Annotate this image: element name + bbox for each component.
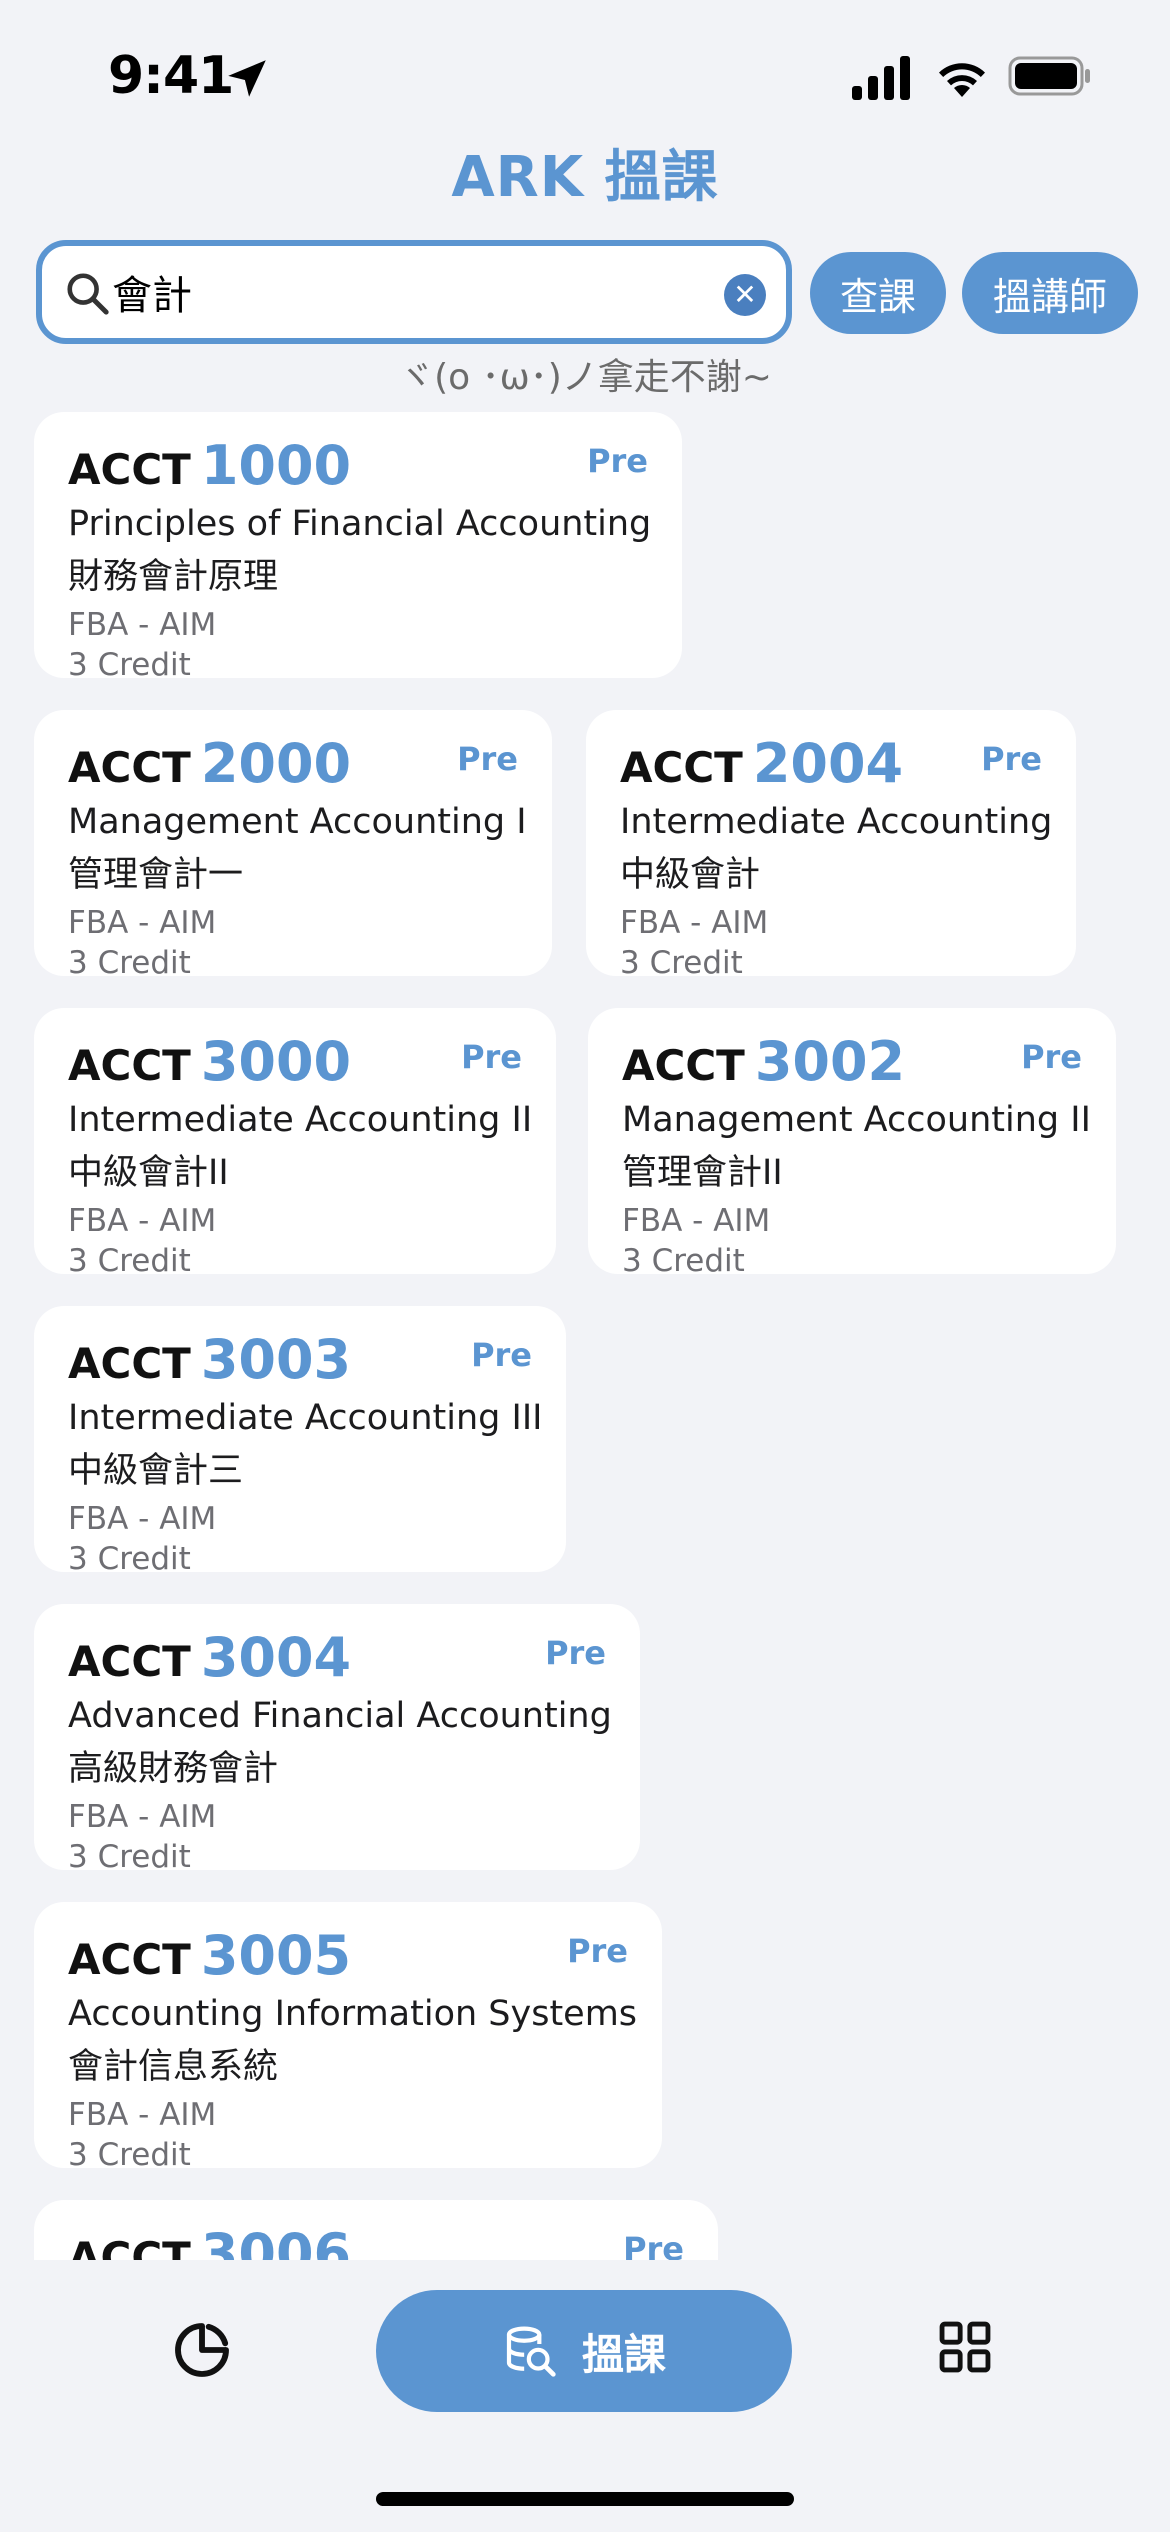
course-title-zh: 管理會計II [622, 1153, 783, 1193]
course-number: 3006 [200, 2222, 352, 2260]
course-title-en: Accounting Information Systems [68, 1994, 638, 2034]
course-title-en: Intermediate Accounting III [68, 1398, 543, 1438]
course-number: 3000 [200, 1030, 352, 1093]
cellular-signal-icon [852, 56, 910, 100]
course-dept: ACCT [68, 1935, 191, 1984]
course-dept: ACCT [68, 743, 191, 792]
course-credit: 3 Credit [68, 1541, 191, 1577]
course-number: 2004 [752, 732, 904, 795]
course-number: 3005 [200, 1924, 352, 1987]
course-card[interactable]: ACCT 3004 Pre Advanced Financial Accounti… [34, 1604, 640, 1875]
prerequisite-badge: Pre [457, 740, 518, 778]
app-screen: 9:41 ARK 搵課 ✕ 查課 搵講師 [0, 0, 1170, 2532]
course-card[interactable]: ACCT 3002 Pre Management Accounting II 管理… [588, 1008, 1116, 1279]
course-dept: ACCT [68, 1041, 191, 1090]
prerequisite-badge: Pre [567, 1932, 628, 1970]
course-title-en: Principles of Financial Accounting [68, 504, 652, 544]
location-arrow-icon [228, 60, 266, 97]
course-card[interactable]: ACCT 3005 Pre Accounting Information Syst… [34, 1902, 662, 2173]
wifi-icon [939, 63, 985, 97]
grid-icon[interactable] [936, 2318, 994, 2376]
prerequisite-badge: Pre [1021, 1038, 1082, 1076]
course-results-list[interactable]: ACCT 1000 Pre Principles of Financial Acc… [0, 400, 1170, 2260]
course-title-zh: 中級會計三 [68, 1451, 244, 1491]
tab-find-course-label: 搵課 [581, 2329, 666, 2379]
course-title-en: Intermediate Accounting II [68, 1100, 533, 1140]
course-credit: 3 Credit [68, 945, 191, 981]
course-faculty: FBA - AIM [68, 1203, 217, 1239]
course-credit: 3 Credit [68, 1243, 191, 1279]
course-dept: ACCT [620, 743, 743, 792]
course-credit: 3 Credit [620, 945, 743, 981]
course-faculty: FBA - AIM [68, 2097, 217, 2133]
course-number: 3002 [754, 1030, 906, 1093]
course-title-zh: 管理會計一 [68, 855, 244, 895]
battery-icon [1008, 56, 1090, 96]
course-dept: ACCT [68, 1339, 191, 1388]
course-number: 3003 [200, 1328, 352, 1391]
search-course-button[interactable]: 查課 [810, 252, 946, 334]
prerequisite-badge: Pre [461, 1038, 522, 1076]
course-card[interactable]: ACCT 2004 Pre Intermediate Accounting 中級會… [586, 710, 1076, 981]
clear-search-button[interactable]: ✕ [724, 274, 766, 316]
course-title-zh: 高級財務會計 [68, 1749, 279, 1789]
prerequisite-badge: Pre [981, 740, 1042, 778]
status-bar: 9:41 [0, 0, 1170, 140]
course-faculty: FBA - AIM [68, 905, 217, 941]
course-faculty: FBA - AIM [68, 1799, 217, 1835]
course-number: 3004 [200, 1626, 352, 1689]
find-teacher-button[interactable]: 搵講師 [962, 252, 1138, 334]
home-indicator[interactable] [376, 2492, 794, 2506]
tab-find-course[interactable]: 搵課 [376, 2290, 792, 2412]
pie-chart-icon[interactable] [170, 2318, 234, 2382]
database-search-icon [506, 2326, 556, 2377]
course-dept: ACCT [68, 1637, 191, 1686]
course-card[interactable]: ACCT 3003 Pre Intermediate Accounting III… [34, 1306, 566, 1577]
search-field[interactable]: ✕ [36, 240, 792, 344]
course-card[interactable]: ACCT 3000 Pre Intermediate Accounting II … [34, 1008, 556, 1279]
course-credit: 3 Credit [68, 2137, 191, 2173]
course-title-en: Management Accounting I [68, 802, 527, 842]
course-dept: ACCT [68, 2233, 191, 2260]
course-title-zh: 財務會計原理 [68, 557, 279, 597]
course-card[interactable]: ACCT 2000 Pre Management Accounting I 管理會… [34, 710, 552, 981]
status-time: 9:41 [108, 46, 234, 106]
prerequisite-badge: Pre [623, 2230, 684, 2260]
prerequisite-badge: Pre [545, 1634, 606, 1672]
course-credit: 3 Credit [622, 1243, 745, 1279]
close-icon: ✕ [733, 278, 757, 311]
search-input[interactable] [112, 262, 692, 322]
prerequisite-badge: Pre [471, 1336, 532, 1374]
course-title-zh: 會計信息系統 [68, 2047, 279, 2087]
course-title-zh: 中級會計II [68, 1153, 229, 1193]
course-faculty: FBA - AIM [620, 905, 769, 941]
course-title-en: Advanced Financial Accounting [68, 1696, 612, 1736]
kaomoji-text: ヾ(o ･ω･)ノ拿走不謝~ [398, 357, 772, 398]
course-title-zh: 中級會計 [620, 855, 761, 895]
course-dept: ACCT [622, 1041, 745, 1090]
course-faculty: FBA - AIM [622, 1203, 771, 1239]
course-faculty: FBA - AIM [68, 1501, 217, 1537]
course-credit: 3 Credit [68, 1839, 191, 1875]
app-title: ARK 搵課 [451, 145, 719, 210]
course-card[interactable]: ACCT 1000 Pre Principles of Financial Acc… [34, 412, 682, 683]
course-dept: ACCT [68, 445, 191, 494]
course-faculty: FBA - AIM [68, 607, 217, 643]
course-card[interactable]: ACCT 3006 Pre [34, 2200, 718, 2260]
course-number: 2000 [200, 732, 352, 795]
course-number: 1000 [200, 434, 352, 497]
course-credit: 3 Credit [68, 647, 191, 683]
search-icon [67, 273, 109, 315]
course-title-en: Intermediate Accounting [620, 802, 1053, 842]
course-title-en: Management Accounting II [622, 1100, 1091, 1140]
prerequisite-badge: Pre [587, 442, 648, 480]
